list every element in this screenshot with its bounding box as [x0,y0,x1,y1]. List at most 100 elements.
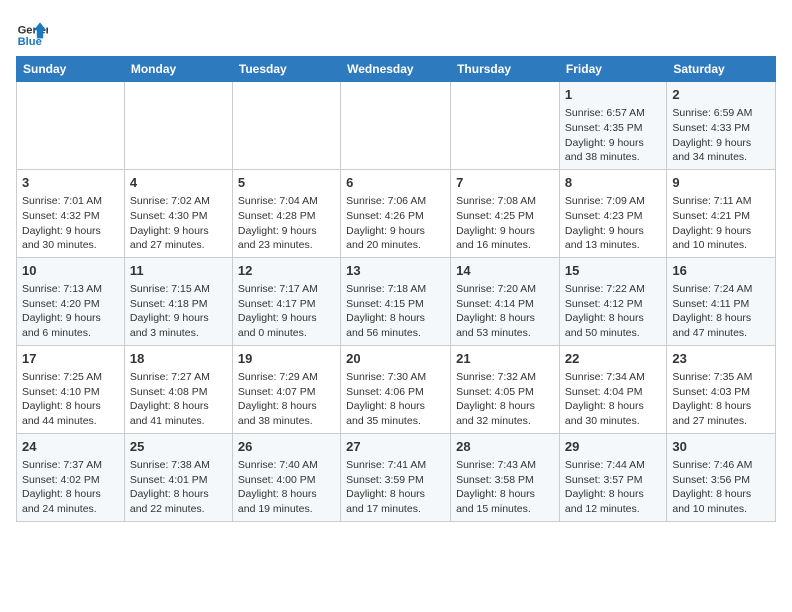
day-number: 23 [672,350,770,368]
calendar-table: SundayMondayTuesdayWednesdayThursdayFrid… [16,56,776,522]
day-number: 14 [456,262,554,280]
day-number: 3 [22,174,119,192]
day-info: Sunrise: 7:27 AM Sunset: 4:08 PM Dayligh… [130,370,227,429]
day-cell: 24Sunrise: 7:37 AM Sunset: 4:02 PM Dayli… [17,433,125,521]
day-number: 4 [130,174,227,192]
day-cell: 11 Sunrise: 7:15 AM Sunset: 4:18 PM Dayli… [124,257,232,345]
day-cell: 2 Sunrise: 6:59 AM Sunset: 4:33 PM Daylig… [667,82,776,170]
day-info: Sunrise: 7:06 AM Sunset: 4:26 PM Dayligh… [346,194,445,253]
day-number: 18 [130,350,227,368]
day-number: 20 [346,350,445,368]
week-row-0: 1 Sunrise: 6:57 AM Sunset: 4:35 PM Daylig… [17,82,776,170]
day-number: 6 [346,174,445,192]
day-info: Sunrise: 7:43 AM Sunset: 3:58 PM Dayligh… [456,458,554,517]
header-sunday: Sunday [17,57,125,82]
day-number: 5 [238,174,335,192]
day-cell: 10 Sunrise: 7:13 AM Sunset: 4:20 PM Dayli… [17,257,125,345]
header-thursday: Thursday [451,57,560,82]
day-info: Sunrise: 7:41 AM Sunset: 3:59 PM Dayligh… [346,458,445,517]
day-info: Sunrise: 7:38 AM Sunset: 4:01 PM Dayligh… [130,458,227,517]
week-row-1: 3 Sunrise: 7:01 AM Sunset: 4:32 PM Daylig… [17,169,776,257]
day-cell: 29Sunrise: 7:44 AM Sunset: 3:57 PM Dayli… [559,433,666,521]
day-info: Sunrise: 7:37 AM Sunset: 4:02 PM Dayligh… [22,458,119,517]
day-cell [124,82,232,170]
day-cell: 6 Sunrise: 7:06 AM Sunset: 4:26 PM Daylig… [341,169,451,257]
day-cell: 25 Sunrise: 7:38 AM Sunset: 4:01 PM Dayli… [124,433,232,521]
day-number: 1 [565,86,661,104]
day-info: Sunrise: 7:02 AM Sunset: 4:30 PM Dayligh… [130,194,227,253]
day-info: Sunrise: 7:20 AM Sunset: 4:14 PM Dayligh… [456,282,554,341]
day-number: 25 [130,438,227,456]
header-saturday: Saturday [667,57,776,82]
day-cell: 12Sunrise: 7:17 AM Sunset: 4:17 PM Dayli… [232,257,340,345]
day-number: 21 [456,350,554,368]
header-monday: Monday [124,57,232,82]
day-cell: 19 Sunrise: 7:29 AM Sunset: 4:07 PM Dayli… [232,345,340,433]
day-cell: 27 Sunrise: 7:41 AM Sunset: 3:59 PM Dayli… [341,433,451,521]
logo-icon: General Blue [16,16,48,48]
day-info: Sunrise: 7:40 AM Sunset: 4:00 PM Dayligh… [238,458,335,517]
day-info: Sunrise: 7:35 AM Sunset: 4:03 PM Dayligh… [672,370,770,429]
week-row-4: 24Sunrise: 7:37 AM Sunset: 4:02 PM Dayli… [17,433,776,521]
day-number: 11 [130,262,227,280]
header-wednesday: Wednesday [341,57,451,82]
day-cell: 1 Sunrise: 6:57 AM Sunset: 4:35 PM Daylig… [559,82,666,170]
day-info: Sunrise: 7:08 AM Sunset: 4:25 PM Dayligh… [456,194,554,253]
day-cell: 13 Sunrise: 7:18 AM Sunset: 4:15 PM Dayli… [341,257,451,345]
day-number: 27 [346,438,445,456]
day-number: 9 [672,174,770,192]
day-cell [451,82,560,170]
day-cell: 4 Sunrise: 7:02 AM Sunset: 4:30 PM Daylig… [124,169,232,257]
day-cell: 28 Sunrise: 7:43 AM Sunset: 3:58 PM Dayli… [451,433,560,521]
day-number: 16 [672,262,770,280]
day-cell: 7Sunrise: 7:08 AM Sunset: 4:25 PM Daylig… [451,169,560,257]
day-number: 30 [672,438,770,456]
day-number: 15 [565,262,661,280]
day-cell: 3 Sunrise: 7:01 AM Sunset: 4:32 PM Daylig… [17,169,125,257]
header-tuesday: Tuesday [232,57,340,82]
day-number: 13 [346,262,445,280]
day-cell: 17Sunrise: 7:25 AM Sunset: 4:10 PM Dayli… [17,345,125,433]
day-info: Sunrise: 7:04 AM Sunset: 4:28 PM Dayligh… [238,194,335,253]
day-info: Sunrise: 7:34 AM Sunset: 4:04 PM Dayligh… [565,370,661,429]
day-number: 8 [565,174,661,192]
day-info: Sunrise: 7:15 AM Sunset: 4:18 PM Dayligh… [130,282,227,341]
day-cell: 9 Sunrise: 7:11 AM Sunset: 4:21 PM Daylig… [667,169,776,257]
day-number: 19 [238,350,335,368]
day-info: Sunrise: 7:32 AM Sunset: 4:05 PM Dayligh… [456,370,554,429]
day-number: 22 [565,350,661,368]
day-cell: 16Sunrise: 7:24 AM Sunset: 4:11 PM Dayli… [667,257,776,345]
day-cell: 15 Sunrise: 7:22 AM Sunset: 4:12 PM Dayli… [559,257,666,345]
day-info: Sunrise: 6:57 AM Sunset: 4:35 PM Dayligh… [565,106,661,165]
day-number: 17 [22,350,119,368]
day-number: 2 [672,86,770,104]
day-info: Sunrise: 7:11 AM Sunset: 4:21 PM Dayligh… [672,194,770,253]
day-cell: 14 Sunrise: 7:20 AM Sunset: 4:14 PM Dayli… [451,257,560,345]
day-info: Sunrise: 7:29 AM Sunset: 4:07 PM Dayligh… [238,370,335,429]
day-number: 28 [456,438,554,456]
day-info: Sunrise: 7:18 AM Sunset: 4:15 PM Dayligh… [346,282,445,341]
day-info: Sunrise: 7:17 AM Sunset: 4:17 PM Dayligh… [238,282,335,341]
day-number: 10 [22,262,119,280]
day-cell [17,82,125,170]
day-cell: 26Sunrise: 7:40 AM Sunset: 4:00 PM Dayli… [232,433,340,521]
day-cell: 8 Sunrise: 7:09 AM Sunset: 4:23 PM Daylig… [559,169,666,257]
header-row: SundayMondayTuesdayWednesdayThursdayFrid… [17,57,776,82]
day-info: Sunrise: 7:22 AM Sunset: 4:12 PM Dayligh… [565,282,661,341]
day-number: 29 [565,438,661,456]
day-cell [232,82,340,170]
week-row-3: 17Sunrise: 7:25 AM Sunset: 4:10 PM Dayli… [17,345,776,433]
day-info: Sunrise: 7:46 AM Sunset: 3:56 PM Dayligh… [672,458,770,517]
day-cell [341,82,451,170]
logo: General Blue [16,16,52,48]
header-friday: Friday [559,57,666,82]
calendar-header: SundayMondayTuesdayWednesdayThursdayFrid… [17,57,776,82]
day-cell: 20Sunrise: 7:30 AM Sunset: 4:06 PM Dayli… [341,345,451,433]
day-cell: 22 Sunrise: 7:34 AM Sunset: 4:04 PM Dayli… [559,345,666,433]
page-header: General Blue [16,16,776,48]
svg-text:General: General [18,25,48,37]
day-info: Sunrise: 7:01 AM Sunset: 4:32 PM Dayligh… [22,194,119,253]
day-info: Sunrise: 6:59 AM Sunset: 4:33 PM Dayligh… [672,106,770,165]
day-info: Sunrise: 7:09 AM Sunset: 4:23 PM Dayligh… [565,194,661,253]
day-info: Sunrise: 7:13 AM Sunset: 4:20 PM Dayligh… [22,282,119,341]
